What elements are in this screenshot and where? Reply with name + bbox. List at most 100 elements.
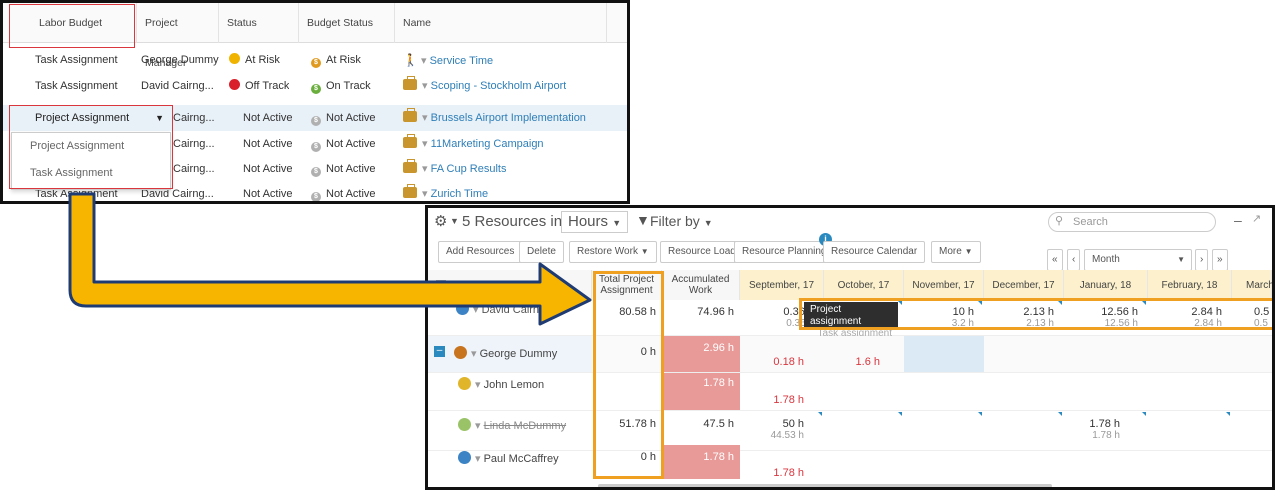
search-placeholder: Search <box>1073 216 1108 228</box>
more-button[interactable]: More ▼ <box>931 241 981 263</box>
gear-caret-icon[interactable]: ▼ <box>450 216 459 226</box>
month-cell[interactable]: 1.78 h <box>740 394 804 406</box>
col-project-manager[interactable]: Project Manager <box>137 3 219 69</box>
first-page-icon[interactable]: « <box>1047 249 1063 271</box>
col-header-month[interactable]: February, 18 <box>1148 270 1232 300</box>
col-status[interactable]: Status <box>219 3 299 43</box>
cell-highlight <box>904 336 984 372</box>
delete-button[interactable]: Delete <box>519 241 564 263</box>
minimize-icon[interactable]: – <box>1234 212 1242 228</box>
resource-row[interactable]: ▾ John Lemon 1.78 h 1.78 h <box>428 373 1272 411</box>
chevron-down-icon[interactable]: ▾ <box>419 80 431 92</box>
project-manager-cell: Cairng... <box>173 112 215 124</box>
filter-button[interactable]: Filter by ▼ <box>650 213 713 229</box>
col-budget-status[interactable]: Budget Status <box>299 3 395 43</box>
resource-name-cell[interactable]: ▾ John Lemon <box>458 377 544 391</box>
resource-calendar-button[interactable]: Resource Calendar <box>823 241 926 263</box>
resource-name: David Cairngo <box>481 304 552 316</box>
select-all-checkbox[interactable] <box>436 280 446 290</box>
col-header-month[interactable]: March <box>1232 270 1272 300</box>
avatar <box>458 377 471 390</box>
resource-row[interactable]: – ▾ George Dummy 0 h 2.96 h 0.18 h 1.6 h <box>428 336 1272 373</box>
table-row[interactable]: Task Assignment David Cairng... Off Trac… <box>3 73 627 99</box>
resource-planning-button[interactable]: Resource Planning <box>734 241 835 263</box>
expand-icon[interactable]: ↗ <box>1252 212 1261 225</box>
flag-icon <box>1226 412 1230 416</box>
total-assignment-highlight <box>593 271 664 479</box>
col-header-month[interactable]: September, 17 <box>740 270 824 300</box>
budget-status-cell: $ At Risk <box>311 47 361 73</box>
chevron-down-icon[interactable]: ▾ <box>419 112 431 124</box>
chevron-down-icon: ▼ <box>703 218 713 228</box>
avatar <box>454 346 467 359</box>
name-cell[interactable]: 🚶 ▾ Service Time <box>403 47 493 73</box>
month-cell[interactable]: 0.18 h <box>740 356 804 368</box>
chevron-down-icon[interactable]: ▾ <box>475 379 484 391</box>
labor-budget-cell[interactable]: Task Assignment <box>35 73 118 99</box>
chevron-down-icon[interactable]: ▾ <box>419 138 431 150</box>
briefcase-icon <box>403 134 417 148</box>
flag-icon <box>978 412 982 416</box>
month-cell[interactable]: 1.6 h <box>824 356 880 368</box>
resource-name: John Lemon <box>483 379 545 391</box>
period-select[interactable]: Month ▼ <box>1084 249 1192 271</box>
prev-page-icon[interactable]: ‹ <box>1067 249 1081 271</box>
name-cell[interactable]: ▾ Scoping - Stockholm Airport <box>403 73 566 99</box>
resource-load-button[interactable]: Resource Load <box>660 241 744 263</box>
chevron-down-icon[interactable]: ▾ <box>419 163 431 175</box>
resource-row[interactable]: ▾ Linda McDummy 51.78 h 47.5 h 50 h 44.53… <box>428 411 1272 451</box>
col-header-name[interactable]: Name <box>428 270 592 300</box>
labor-budget-cell[interactable]: Task Assignment <box>35 47 118 73</box>
project-link[interactable]: Brussels Airport Implementation <box>431 112 586 124</box>
project-link[interactable]: Service Time <box>430 55 494 67</box>
name-cell[interactable]: ▾ FA Cup Results <box>403 156 506 182</box>
status-cell: Not Active <box>243 163 293 175</box>
project-manager-cell: David Cairng... <box>141 80 214 92</box>
next-page-icon[interactable]: › <box>1195 249 1209 271</box>
chevron-down-icon[interactable]: ▾ <box>473 304 482 316</box>
filter-icon[interactable]: ▼ <box>636 212 650 228</box>
chevron-down-icon: ▼ <box>612 218 622 228</box>
gear-icon[interactable]: ⚙ <box>434 212 447 230</box>
resource-name-cell[interactable]: ▾ Paul McCaffrey <box>458 451 559 465</box>
budget-status-cell: $ Not Active <box>311 105 376 131</box>
name-cell[interactable]: ▾ Zurich Time <box>403 181 488 201</box>
col-header-month[interactable]: January, 18 <box>1064 270 1148 300</box>
project-link[interactable]: Scoping - Stockholm Airport <box>431 80 567 92</box>
col-header-accumulated[interactable]: Accumulated Work <box>662 270 740 300</box>
resource-name-cell[interactable]: ▾ Linda McDummy <box>458 418 566 432</box>
status-label: Off Track <box>245 80 290 92</box>
name-cell[interactable]: ▾ 11Marketing Campaign <box>403 131 544 157</box>
add-resources-button[interactable]: Add Resources <box>438 241 523 263</box>
project-link[interactable]: Zurich Time <box>431 188 488 200</box>
project-link[interactable]: FA Cup Results <box>431 163 507 175</box>
restore-work-button[interactable]: Restore Work ▼ <box>569 241 657 263</box>
resource-name-cell[interactable]: ▾ David Cairngo <box>456 302 551 316</box>
month-cell[interactable]: 50 h 44.53 h <box>740 418 804 441</box>
col-header-month[interactable]: November, 17 <box>904 270 984 300</box>
chevron-down-icon[interactable]: ▾ <box>419 188 431 200</box>
month-cell[interactable]: 1.78 h 1.78 h <box>1064 418 1120 441</box>
resource-name-cell[interactable]: ▾ George Dummy <box>454 346 557 360</box>
status-label: At Risk <box>245 54 280 66</box>
project-link[interactable]: 11Marketing Campaign <box>431 138 544 150</box>
project-manager-cell: George Dummy <box>141 54 219 66</box>
horizontal-scrollbar[interactable] <box>598 484 1052 487</box>
units-select[interactable]: Hours ▼ <box>561 211 629 233</box>
col-header-month[interactable]: December, 17 <box>984 270 1064 300</box>
col-name[interactable]: Name <box>395 3 607 43</box>
name-cell[interactable]: ▾ Brussels Airport Implementation <box>403 105 586 131</box>
table-row[interactable]: Task Assignment George Dummy At Risk $ At… <box>3 47 627 73</box>
last-page-icon[interactable]: » <box>1212 249 1228 271</box>
monthly-assignment-highlight <box>799 298 1272 330</box>
budget-label: Not Active <box>326 163 376 175</box>
chevron-down-icon[interactable]: ▾ <box>471 348 480 360</box>
collapse-icon[interactable]: – <box>434 346 445 357</box>
chevron-down-icon[interactable]: ▾ <box>418 55 430 67</box>
chevron-down-icon: ▼ <box>964 247 973 256</box>
col-header-month[interactable]: October, 17 <box>824 270 904 300</box>
month-cell[interactable]: 1.78 h <box>740 467 804 479</box>
chevron-down-icon[interactable]: ▾ <box>475 420 484 432</box>
chevron-down-icon[interactable]: ▾ <box>475 453 484 465</box>
search-input[interactable]: ⚲ Search <box>1048 212 1216 232</box>
